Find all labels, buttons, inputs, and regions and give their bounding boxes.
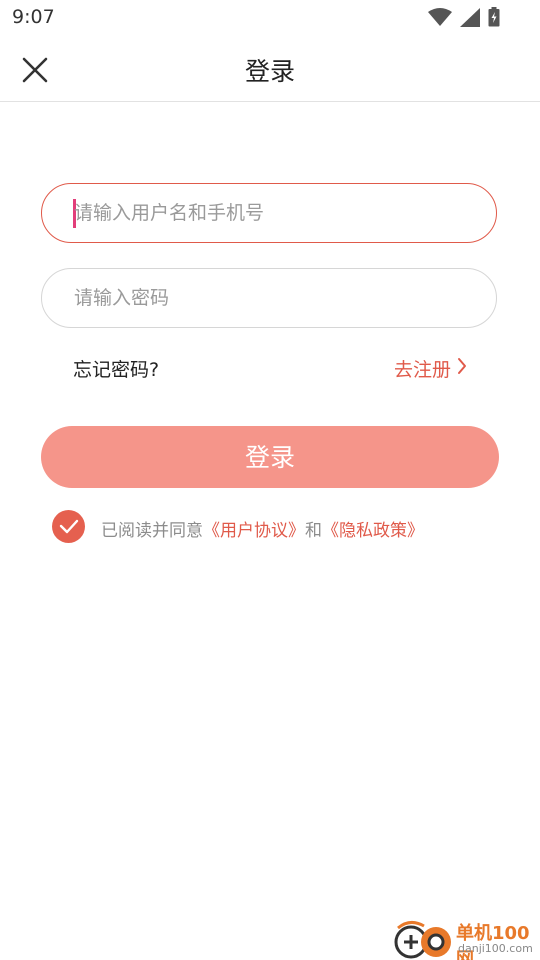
- agreement-and: 和: [305, 521, 322, 541]
- page-title: 登录: [244, 57, 295, 86]
- battery-icon: [488, 7, 500, 27]
- header: 登录: [0, 36, 540, 102]
- forgot-password-link[interactable]: 忘记密码?: [73, 355, 159, 382]
- agreement-checkbox[interactable]: [52, 510, 85, 543]
- status-time: 9:07: [12, 6, 55, 28]
- agreement-text: 已阅读并同意《用户协议》和《隐私政策》: [101, 516, 424, 541]
- register-label: 去注册: [393, 359, 451, 381]
- agreement-prefix: 已阅读并同意: [101, 521, 203, 541]
- watermark-url: danji100.com: [458, 942, 533, 955]
- watermark: 单机100网 danji100.com: [390, 916, 540, 960]
- status-bar: 9:07: [0, 0, 540, 36]
- password-field[interactable]: [41, 268, 497, 328]
- watermark-logo-icon: [390, 916, 454, 960]
- cellular-signal-icon: [460, 7, 480, 27]
- login-button[interactable]: 登录: [41, 426, 499, 488]
- register-link[interactable]: 去注册: [394, 355, 467, 382]
- username-field[interactable]: [41, 183, 497, 243]
- user-agreement-link[interactable]: 《用户协议》: [203, 521, 305, 541]
- password-input[interactable]: [74, 269, 474, 327]
- chevron-right-icon: [457, 357, 467, 380]
- privacy-policy-link[interactable]: 《隐私政策》: [322, 521, 424, 541]
- login-screen: 9:07 登录 请输入用户名和手机号 忘记密码? 去注册 登录 已阅读并同意《用…: [0, 0, 540, 960]
- wifi-icon: [428, 8, 452, 26]
- status-icons: [428, 7, 500, 27]
- username-input[interactable]: [74, 184, 474, 242]
